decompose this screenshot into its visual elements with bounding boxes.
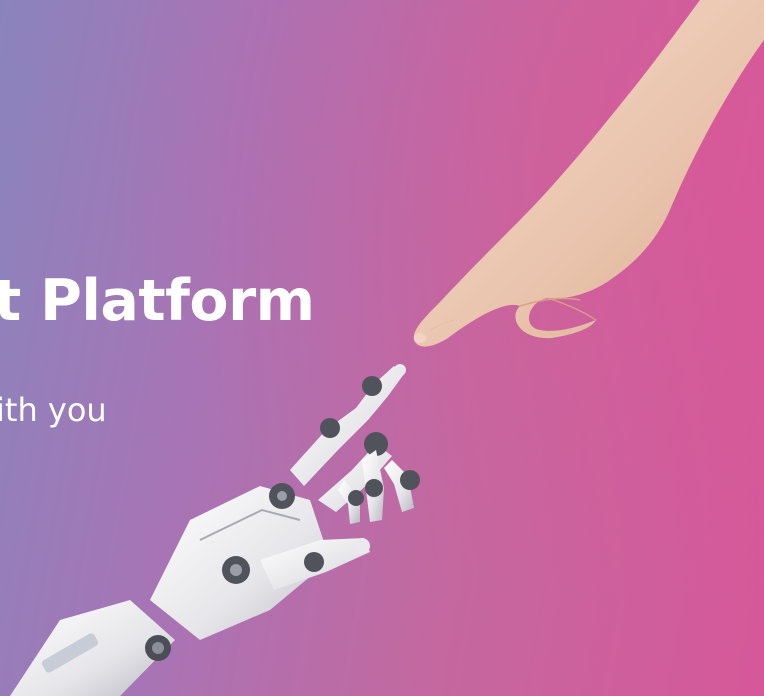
human-hand-illustration — [413, 0, 764, 347]
hero-banner: t Platform ith you — [0, 0, 764, 696]
hero-headline: t Platform — [0, 268, 315, 334]
hero-artwork — [10, 0, 764, 696]
hero-subline: ith you — [0, 391, 107, 429]
